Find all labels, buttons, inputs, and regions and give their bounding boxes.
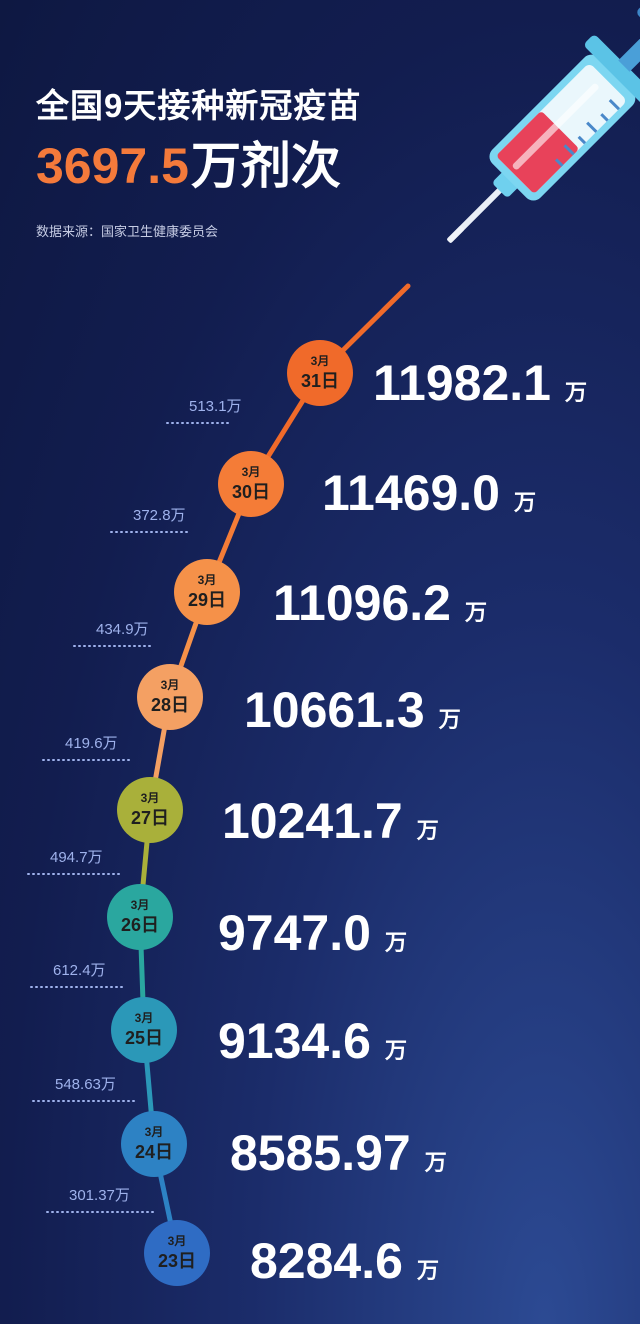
cumulative-value: 11469.0 <box>322 465 500 521</box>
marker-day: 29日 <box>188 590 226 610</box>
increment-label: 513.1万 <box>189 398 242 415</box>
marker-month: 3月 <box>135 1011 154 1025</box>
cumulative-value: 10661.3 <box>244 682 425 738</box>
increment-label: 612.4万 <box>53 962 106 979</box>
increment-label: 372.8万 <box>133 507 186 524</box>
marker-month: 3月 <box>242 465 261 479</box>
marker-day: 23日 <box>158 1251 196 1271</box>
cumulative-value: 9747.0 <box>218 905 371 961</box>
marker-month: 3月 <box>145 1125 164 1139</box>
cumulative-value: 10241.7 <box>222 793 403 849</box>
cumulative-value: 8585.97 <box>230 1125 411 1181</box>
vaccination-chart: 301.37万 548.63万 612.4万 494.7万 419.6万 434.9万 37… <box>27 4 640 1289</box>
value-unit: 万 <box>416 818 439 843</box>
value-unit: 万 <box>513 490 536 515</box>
marker-month: 3月 <box>161 678 180 692</box>
marker-month: 3月 <box>141 791 160 805</box>
value-unit: 万 <box>464 600 487 625</box>
marker-day: 30日 <box>232 482 270 502</box>
increment-label: 301.37万 <box>69 1187 130 1204</box>
value-unit: 万 <box>438 707 461 732</box>
progress-curve <box>137 283 411 1256</box>
value-unit: 万 <box>564 380 587 405</box>
cumulative-value: 11982.1 <box>373 355 551 411</box>
increment-label: 548.63万 <box>55 1076 116 1093</box>
marker-month: 3月 <box>198 573 217 587</box>
marker-day: 31日 <box>301 371 339 391</box>
increment-label: 434.9万 <box>96 621 149 638</box>
marker-month: 3月 <box>311 354 330 368</box>
marker-month: 3月 <box>131 898 150 912</box>
marker-day: 28日 <box>151 695 189 715</box>
marker-day: 24日 <box>135 1142 173 1162</box>
cumulative-value: 8284.6 <box>250 1233 403 1289</box>
increment-label: 419.6万 <box>65 735 118 752</box>
syringe-icon <box>447 4 640 243</box>
increment-label: 494.7万 <box>50 849 103 866</box>
marker-day: 25日 <box>125 1028 163 1048</box>
marker-month: 3月 <box>168 1234 187 1248</box>
cumulative-value: 11096.2 <box>273 575 451 631</box>
marker-day: 27日 <box>131 808 169 828</box>
value-unit: 万 <box>384 930 407 955</box>
value-unit: 万 <box>416 1258 439 1283</box>
value-unit: 万 <box>384 1038 407 1063</box>
cumulative-value: 9134.6 <box>218 1013 371 1069</box>
marker-day: 26日 <box>121 915 159 935</box>
value-unit: 万 <box>424 1150 447 1175</box>
